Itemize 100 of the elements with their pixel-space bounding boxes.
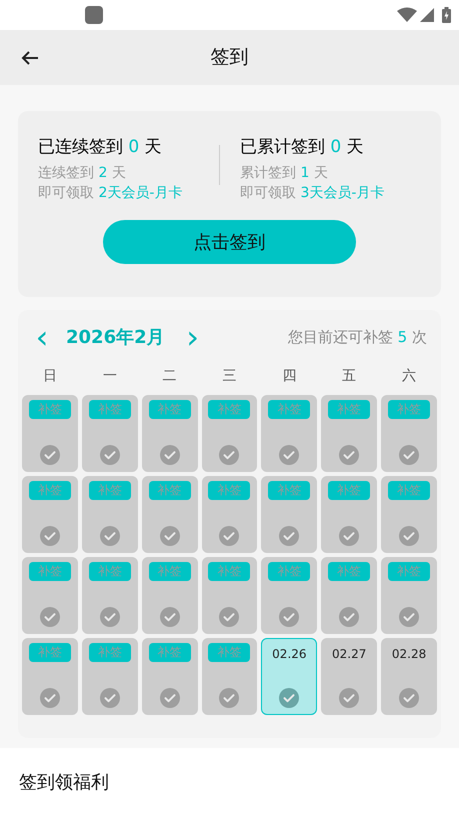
weekday-label: 三: [221, 367, 238, 386]
day-cell[interactable]: 补签: [82, 557, 138, 634]
check-icon: [160, 526, 180, 546]
makeup-button[interactable]: 补签: [208, 400, 250, 419]
makeup-button[interactable]: 补签: [88, 562, 131, 581]
day-cell[interactable]: 补签: [82, 476, 138, 553]
day-cell[interactable]: 补签: [321, 476, 378, 553]
makeup-button[interactable]: 补签: [268, 481, 310, 500]
check-in-button[interactable]: 点击签到: [103, 220, 356, 264]
check-icon: [160, 688, 180, 708]
section-title: 签到领福利: [19, 770, 109, 794]
check-icon: [399, 607, 420, 627]
check-icon: [399, 445, 420, 465]
streak-title: 已连续签到 0 天: [38, 136, 163, 159]
reward-text: 即可领取 3天会员-月卡: [240, 184, 386, 203]
day-cell[interactable]: 补签: [261, 557, 318, 634]
weekday-label: 日: [42, 367, 58, 386]
progress-text: 连续签到 2 天: [38, 164, 127, 183]
day-cell[interactable]: 补签: [142, 476, 198, 553]
date-label: 02.28: [392, 646, 426, 663]
makeup-button[interactable]: 补签: [268, 562, 310, 581]
makeup-button[interactable]: 补签: [208, 643, 250, 662]
day-cell[interactable]: 补签: [381, 395, 437, 472]
day-cell[interactable]: 补签: [142, 557, 198, 634]
day-cell[interactable]: 补签: [202, 557, 258, 634]
makeup-button[interactable]: 补签: [28, 562, 71, 581]
day-cell[interactable]: 补签: [261, 476, 318, 553]
check-icon: [279, 445, 300, 465]
makeup-button[interactable]: 补签: [148, 400, 191, 419]
makeup-button[interactable]: 补签: [328, 562, 370, 581]
battery-icon: [442, 7, 451, 23]
check-icon: [40, 445, 60, 465]
day-cell[interactable]: 补签: [381, 557, 437, 634]
check-icon: [339, 445, 360, 465]
makeup-button[interactable]: 补签: [328, 481, 370, 500]
day-cell[interactable]: 02.27: [321, 638, 378, 715]
progress-text: 累计签到 1 天: [240, 164, 329, 183]
streak-title: 已累计签到 0 天: [240, 136, 365, 159]
reward-text: 即可领取 2天会员-月卡: [38, 184, 184, 203]
check-icon: [219, 688, 240, 708]
check-icon: [339, 688, 360, 708]
makeup-button[interactable]: 补签: [268, 400, 310, 419]
check-icon: [100, 688, 120, 708]
check-icon: [279, 526, 300, 546]
day-cell[interactable]: 02.28: [381, 638, 437, 715]
day-cell[interactable]: 补签: [321, 395, 378, 472]
day-cell[interactable]: 补签: [321, 557, 378, 634]
check-icon: [100, 445, 120, 465]
makeup-button[interactable]: 补签: [88, 400, 131, 419]
makeup-button[interactable]: 补签: [208, 481, 250, 500]
check-icon: [40, 526, 60, 546]
day-cell[interactable]: 补签: [82, 395, 138, 472]
day-cell[interactable]: 02.26: [261, 638, 318, 715]
check-icon: [219, 526, 240, 546]
makeup-button[interactable]: 补签: [148, 562, 191, 581]
day-cell[interactable]: 补签: [22, 557, 78, 634]
next-month-button[interactable]: ›: [182, 322, 203, 352]
check-icon: [40, 688, 60, 708]
check-icon: [160, 607, 180, 627]
wifi-icon: [397, 7, 417, 23]
day-cell[interactable]: 补签: [22, 638, 78, 715]
day-cell[interactable]: 补签: [22, 395, 78, 472]
day-cell[interactable]: 补签: [202, 638, 258, 715]
makeup-button[interactable]: 补签: [28, 400, 71, 419]
check-icon: [100, 607, 120, 627]
makeup-button[interactable]: 补签: [148, 643, 191, 662]
makeup-button[interactable]: 补签: [388, 481, 430, 500]
weekday-label: 四: [281, 367, 298, 386]
makeup-button[interactable]: 补签: [388, 562, 430, 581]
check-icon: [399, 526, 420, 546]
previous-month-button[interactable]: ‹: [32, 322, 52, 352]
day-cell[interactable]: 补签: [261, 395, 318, 472]
makeup-button[interactable]: 补签: [88, 643, 131, 662]
notification-icon: [85, 6, 103, 24]
page-title: 签到: [210, 45, 248, 70]
day-cell[interactable]: 补签: [142, 638, 198, 715]
weekday-label: 二: [162, 367, 178, 386]
check-icon: [219, 445, 240, 465]
day-cell[interactable]: 补签: [202, 476, 258, 553]
day-cell[interactable]: 补签: [82, 638, 138, 715]
makeup-button[interactable]: 补签: [88, 481, 131, 500]
check-icon: [279, 688, 300, 708]
makeup-remaining-text: 您目前还可补签 5 次: [288, 326, 427, 348]
makeup-button[interactable]: 补签: [328, 400, 370, 419]
check-icon: [339, 526, 360, 546]
day-cell[interactable]: 补签: [22, 476, 78, 553]
makeup-button[interactable]: 补签: [208, 562, 250, 581]
date-label: 02.27: [332, 646, 366, 663]
day-cell[interactable]: 补签: [142, 395, 198, 472]
makeup-button[interactable]: 补签: [28, 481, 71, 500]
check-icon: [279, 607, 300, 627]
check-icon: [219, 607, 240, 627]
makeup-button[interactable]: 补签: [148, 481, 191, 500]
check-icon: [100, 526, 120, 546]
makeup-button[interactable]: 补签: [28, 643, 71, 662]
makeup-button[interactable]: 补签: [388, 400, 430, 419]
weekday-label: 六: [401, 367, 418, 386]
date-label: 02.26: [272, 646, 307, 663]
day-cell[interactable]: 补签: [202, 395, 258, 472]
day-cell[interactable]: 补签: [381, 476, 437, 553]
